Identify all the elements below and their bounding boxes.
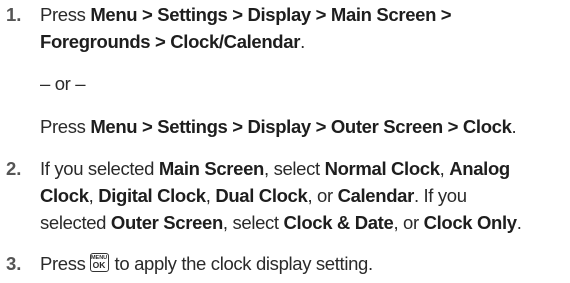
step-number: 2.: [6, 158, 22, 179]
or-separator: – or –: [40, 73, 86, 94]
step2-line2: Clock, Digital Clock, Dual Clock, or Cal…: [40, 185, 467, 206]
instruction-document: 1. Press Menu > Settings > Display > Mai…: [0, 0, 570, 283]
step1-line1: Press Menu > Settings > Display > Main S…: [40, 4, 452, 25]
step1-line2: Foregrounds > Clock/Calendar.: [40, 31, 305, 52]
menu-path: Menu > Settings > Display > Outer Screen…: [90, 116, 512, 137]
menu-ok-key-icon: MENU OK: [89, 253, 109, 272]
step2-line3: selected Outer Screen, select Clock & Da…: [40, 212, 522, 233]
step3-line1: Press MENU OK to apply the clock display se…: [40, 253, 373, 274]
step-number: 3.: [6, 253, 22, 274]
step1-line3: Press Menu > Settings > Display > Outer …: [40, 116, 517, 137]
menu-path: Foregrounds > Clock/Calendar: [40, 31, 301, 52]
menu-path: Menu > Settings > Display > Main Screen …: [90, 4, 452, 25]
step2-line1: If you selected Main Screen, select Norm…: [40, 158, 510, 179]
step-number: 1.: [6, 4, 22, 25]
